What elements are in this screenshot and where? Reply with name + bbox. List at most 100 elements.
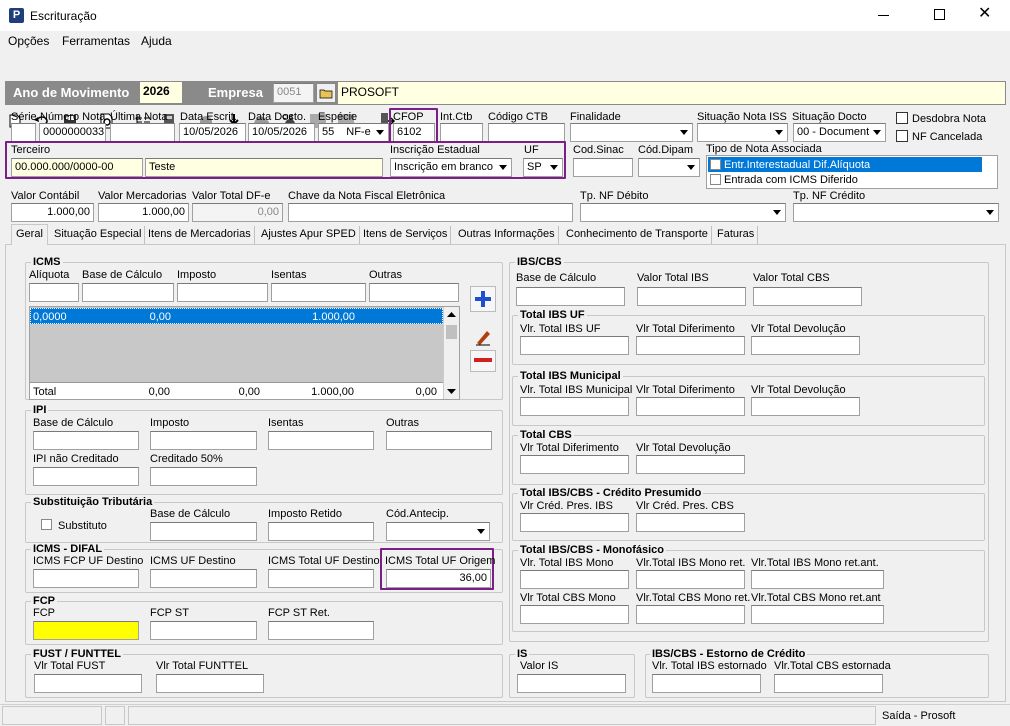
ibs-mun2-input[interactable] xyxy=(636,397,745,416)
chevron-down-icon[interactable] xyxy=(982,205,997,220)
substituto-checkbox[interactable] xyxy=(41,519,52,530)
sitdocto-select[interactable]: 00 - Document xyxy=(793,123,886,142)
icms-aliquota-input[interactable] xyxy=(29,283,79,302)
menu-ferramentas[interactable]: Ferramentas xyxy=(62,34,130,48)
fust-input[interactable] xyxy=(34,674,142,693)
add-icon[interactable] xyxy=(470,286,496,312)
ibs-vcbs-input[interactable] xyxy=(753,287,862,306)
ibs-vibs-input[interactable] xyxy=(637,287,746,306)
ipi-cred50-input[interactable] xyxy=(150,467,257,486)
remove-icon[interactable] xyxy=(470,350,496,372)
ibs-base-input[interactable] xyxy=(516,287,625,306)
cbs1-input[interactable] xyxy=(520,455,629,474)
icms-isentas-input[interactable] xyxy=(271,283,366,302)
data-docto-input[interactable]: 10/05/2026 xyxy=(248,123,315,142)
menu-opcoes[interactable]: Opções xyxy=(8,34,49,48)
uf-select[interactable]: SP xyxy=(523,158,563,177)
chevron-down-icon[interactable] xyxy=(546,160,561,175)
mono6-input[interactable] xyxy=(751,605,884,624)
difal-ufdest-input[interactable] xyxy=(150,569,257,588)
icms-base-input[interactable] xyxy=(82,283,174,302)
chevron-down-icon[interactable] xyxy=(676,125,691,140)
codctb-input[interactable] xyxy=(488,123,565,142)
mono2-input[interactable] xyxy=(636,570,745,589)
mono3-input[interactable] xyxy=(751,570,884,589)
ipi-naocred-input[interactable] xyxy=(33,467,139,486)
cp1-input[interactable] xyxy=(520,513,629,532)
ie-select[interactable]: Inscrição em branco xyxy=(390,158,512,177)
intctb-input[interactable] xyxy=(440,123,483,142)
scroll-down-icon[interactable] xyxy=(447,389,456,394)
minimize-icon[interactable] xyxy=(878,15,889,16)
funttel-input[interactable] xyxy=(156,674,264,693)
tab-geral[interactable]: Geral xyxy=(11,224,48,245)
ibs-uf1-input[interactable] xyxy=(520,336,629,355)
cancelada-checkbox[interactable] xyxy=(896,130,908,142)
tab-faturas[interactable]: Faturas xyxy=(714,226,759,244)
tipo-list[interactable]: Entr.Interestadual Dif.Alíquota Entrada … xyxy=(706,155,998,189)
maximize-icon[interactable] xyxy=(934,9,945,20)
chevron-down-icon[interactable] xyxy=(769,205,784,220)
mono1-input[interactable] xyxy=(520,570,629,589)
st-base-input[interactable] xyxy=(150,522,257,541)
st-retido-input[interactable] xyxy=(268,522,374,541)
chave-input[interactable] xyxy=(288,203,573,222)
grid-scrollbar[interactable] xyxy=(443,307,459,399)
mono5-input[interactable] xyxy=(636,605,745,624)
terceiro-nome-input[interactable]: Teste xyxy=(145,158,383,177)
valor-merc-input[interactable]: 1.000,00 xyxy=(98,203,189,222)
tab-ajustes-apur[interactable]: Ajustes Apur SPED xyxy=(258,226,360,244)
chevron-down-icon[interactable] xyxy=(495,160,510,175)
table-row[interactable]: 0,0000 0,00 1.000,00 xyxy=(30,308,443,324)
folder-icon[interactable] xyxy=(316,83,336,103)
difal-totaldest-input[interactable] xyxy=(268,569,374,588)
ibs-mun3-input[interactable] xyxy=(751,397,860,416)
fcpstret-input[interactable] xyxy=(268,621,374,640)
ano-input[interactable]: 2026 xyxy=(140,82,182,103)
tipo-checkbox-1[interactable] xyxy=(710,159,721,170)
numero-input[interactable]: 0000000033 xyxy=(39,123,106,142)
mono4-input[interactable] xyxy=(520,605,629,624)
especie-select[interactable]: 55 NF-e xyxy=(318,123,389,142)
tipo-item-selected[interactable]: Entr.Interestadual Dif.Alíquota xyxy=(708,157,982,172)
finalidade-select[interactable] xyxy=(570,123,693,142)
cbs2-input[interactable] xyxy=(636,455,745,474)
coddipam-select[interactable] xyxy=(638,158,700,177)
serie-input[interactable] xyxy=(11,123,36,142)
tab-conhecimento-transporte[interactable]: Conhecimento de Transporte xyxy=(563,226,712,244)
icms-imposto-input[interactable] xyxy=(177,283,268,302)
ipi-base-input[interactable] xyxy=(33,431,139,450)
chevron-down-icon[interactable] xyxy=(869,125,884,140)
tab-situacao-especial[interactable]: Situação Especial xyxy=(51,226,146,244)
cp2-input[interactable] xyxy=(636,513,745,532)
chevron-down-icon[interactable] xyxy=(473,524,488,539)
edit-icon[interactable] xyxy=(470,327,496,347)
ibs-uf3-input[interactable] xyxy=(751,336,860,355)
fcpst-input[interactable] xyxy=(150,621,257,640)
ipi-isentas-input[interactable] xyxy=(268,431,374,450)
data-escrit-input[interactable]: 10/05/2026 xyxy=(179,123,246,142)
terceiro-cnpj-input[interactable]: 00.000.000/0000-00 xyxy=(11,158,143,177)
tipo-checkbox-2[interactable] xyxy=(710,174,721,185)
desdobra-checkbox[interactable] xyxy=(896,112,908,124)
valor-contabil-input[interactable]: 1.000,00 xyxy=(11,203,94,222)
ibs-uf2-input[interactable] xyxy=(636,336,745,355)
difal-fcp-input[interactable] xyxy=(33,569,139,588)
sitiss-select[interactable] xyxy=(697,123,788,142)
scroll-thumb[interactable] xyxy=(446,325,457,339)
ibs-mun1-input[interactable] xyxy=(520,397,629,416)
tab-outras-informacoes[interactable]: Outras Informações xyxy=(455,226,559,244)
estorno-cbs-input[interactable] xyxy=(774,674,883,693)
tab-itens-servicos[interactable]: Itens de Serviços xyxy=(360,226,452,244)
ultima-input[interactable] xyxy=(110,123,175,142)
chevron-down-icon[interactable] xyxy=(372,125,387,140)
difal-totalorig-input[interactable]: 36,00 xyxy=(386,569,491,588)
codsinac-input[interactable] xyxy=(573,158,633,177)
tab-itens-mercadorias[interactable]: Itens de Mercadorias xyxy=(145,226,255,244)
icms-grid[interactable]: 0,0000 0,00 1.000,00 Total 0,00 0,00 1.0… xyxy=(29,306,460,400)
scroll-up-icon[interactable] xyxy=(447,312,456,317)
chevron-down-icon[interactable] xyxy=(771,125,786,140)
ipi-imposto-input[interactable] xyxy=(150,431,257,450)
is-valor-input[interactable] xyxy=(517,674,626,693)
icms-outras-input[interactable] xyxy=(369,283,459,302)
